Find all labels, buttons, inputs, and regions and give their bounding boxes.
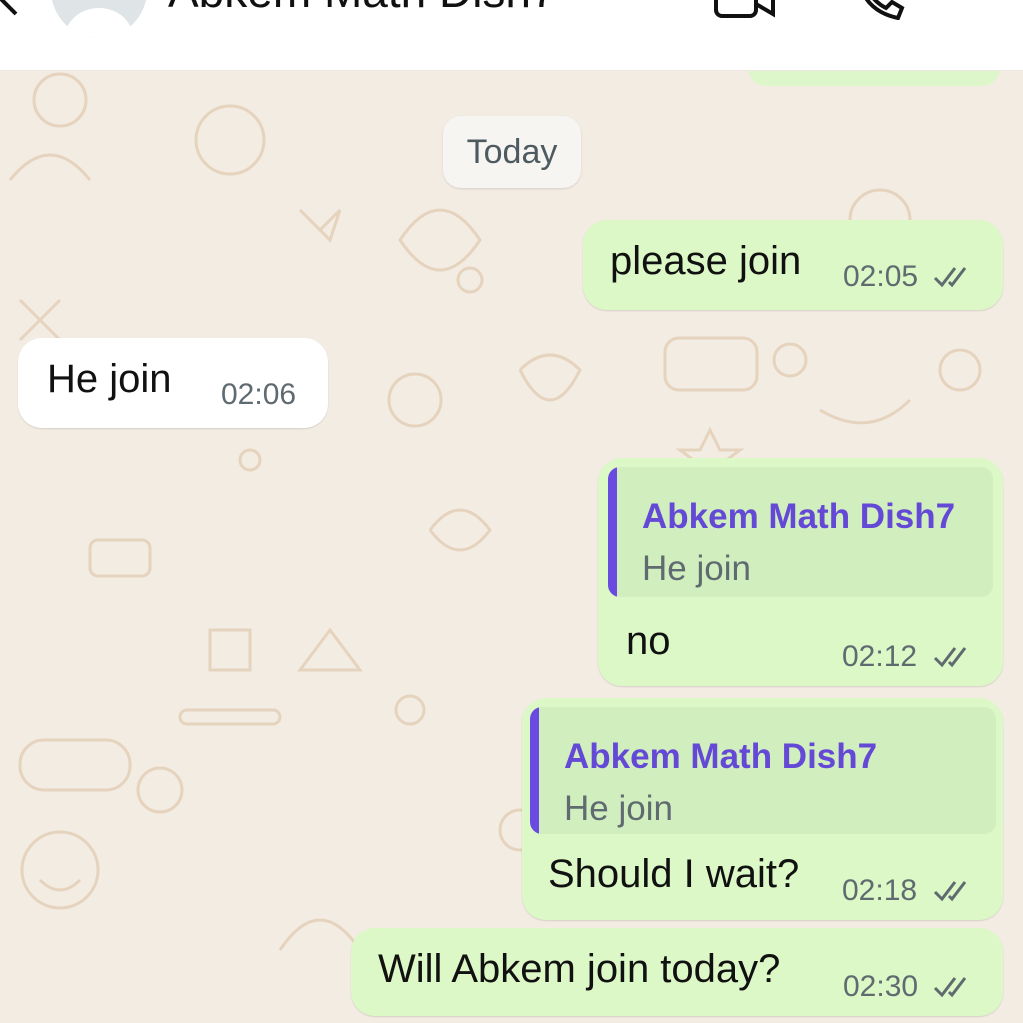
avatar-placeholder-icon [65, 8, 133, 38]
read-ticks-icon [933, 977, 967, 998]
avatar[interactable] [51, 0, 147, 38]
outgoing-message[interactable]: Will Abkem join today? 02:30 [351, 928, 1003, 1016]
video-call-icon[interactable] [713, 0, 777, 20]
message-text: Should I wait? [548, 852, 800, 896]
quoted-author: Abkem Math Dish7 [564, 737, 878, 776]
voice-call-icon[interactable] [856, 0, 906, 20]
read-ticks-icon [933, 647, 967, 668]
message-text: no [626, 619, 671, 663]
back-arrow-icon[interactable] [0, 0, 36, 24]
message-text: Will Abkem join today? [378, 947, 781, 991]
read-ticks-icon [933, 881, 967, 902]
quoted-text: He join [564, 789, 673, 828]
outgoing-message[interactable]: please join 02:05 [583, 220, 1003, 310]
quoted-message[interactable]: Abkem Math Dish7 He join [530, 707, 996, 834]
date-divider: Today [443, 116, 581, 188]
message-time: 02:30 [843, 970, 919, 1003]
message-time: 02:18 [842, 874, 918, 907]
quoted-author: Abkem Math Dish7 [642, 497, 956, 536]
quoted-message[interactable]: Abkem Math Dish7 He join [608, 467, 993, 597]
quote-accent-bar [608, 467, 617, 597]
more-options-icon[interactable] [981, 0, 1001, 20]
read-ticks-icon [933, 267, 967, 288]
outgoing-reply-message[interactable]: Abkem Math Dish7 He join no 02:12 [598, 458, 1003, 686]
message-time: 02:06 [221, 378, 297, 411]
incoming-message[interactable]: He join 02:06 [18, 338, 328, 428]
contact-name[interactable]: Abkem Math Dish7 [168, 0, 557, 16]
message-text: He join [47, 357, 172, 401]
previous-message-bubble [748, 70, 1000, 86]
outgoing-reply-message[interactable]: Abkem Math Dish7 He join Should I wait? … [522, 698, 1003, 920]
message-time: 02:12 [842, 640, 918, 673]
chat-header: Abkem Math Dish7 [0, 0, 1023, 71]
quoted-text: He join [642, 549, 751, 588]
message-time: 02:05 [843, 260, 919, 293]
chat-area[interactable]: Today please join 02:05 He join 02:06 Ab… [0, 70, 1023, 1023]
quote-accent-bar [530, 707, 539, 834]
message-text: please join [610, 239, 802, 283]
